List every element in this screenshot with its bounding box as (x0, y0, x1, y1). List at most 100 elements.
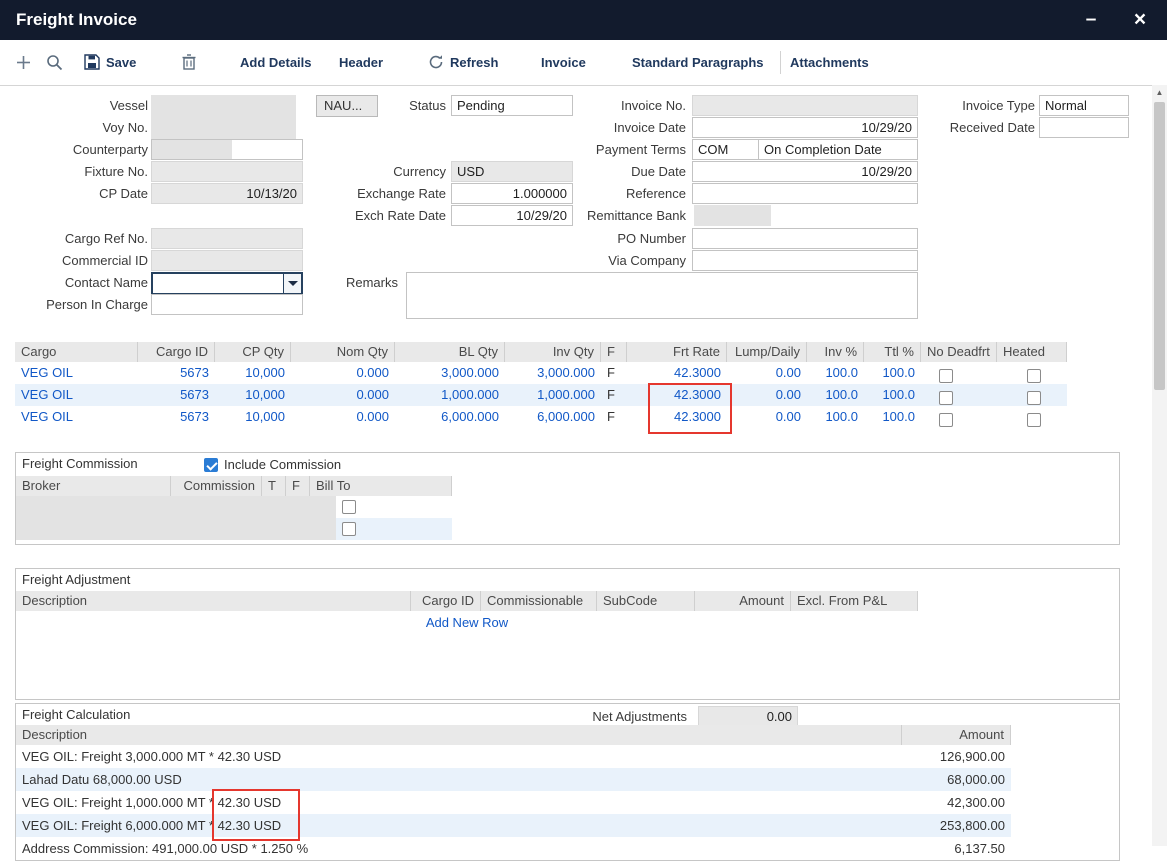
col-header-cargo-id[interactable]: Cargo ID (411, 591, 481, 611)
add-new-row-link[interactable]: Add New Row (16, 615, 918, 630)
due-date-field[interactable]: 10/29/20 (692, 161, 918, 182)
add-button[interactable] (16, 40, 31, 84)
col-header-amount[interactable]: Amount (902, 725, 1011, 745)
ttl-pct-cell[interactable]: 100.0 (864, 362, 921, 384)
col-header-inv-pct[interactable]: Inv % (807, 342, 864, 362)
amount-cell[interactable]: 6,137.50 (902, 837, 1011, 859)
scroll-up-icon[interactable]: ▲ (1152, 85, 1167, 101)
amount-cell[interactable]: 68,000.00 (902, 768, 1011, 790)
payment-terms-description-field[interactable]: On Completion Date (758, 139, 918, 160)
frt-rate-cell[interactable]: 42.3000 (627, 384, 727, 406)
table-row[interactable]: VEG OIL: Freight 3,000.000 MT * 42.30 US… (16, 745, 1011, 768)
col-header-f[interactable]: F (286, 476, 310, 496)
vessel-field[interactable] (151, 95, 296, 139)
counterparty-field[interactable] (151, 139, 303, 160)
po-number-field[interactable] (692, 228, 918, 249)
include-commission-checkbox[interactable] (204, 458, 218, 472)
description-cell[interactable]: Address Commission: 491,000.00 USD * 1.2… (16, 837, 902, 859)
nom-qty-cell[interactable]: 0.000 (291, 362, 395, 384)
minimize-button[interactable]: – (1070, 0, 1112, 40)
lump-daily-cell[interactable]: 0.00 (727, 406, 807, 428)
via-company-field[interactable] (692, 250, 918, 271)
col-header-commissionable[interactable]: Commissionable (481, 591, 597, 611)
add-details-button[interactable]: Add Details (240, 40, 312, 84)
table-row[interactable]: VEG OIL 5673 10,000 0.000 1,000.000 1,00… (15, 384, 1067, 406)
no-deadfrt-checkbox[interactable] (939, 391, 953, 405)
col-header-amount[interactable]: Amount (695, 591, 791, 611)
amount-cell[interactable]: 126,900.00 (902, 745, 1011, 767)
col-header-bl-qty[interactable]: BL Qty (395, 342, 505, 362)
heated-checkbox[interactable] (1027, 391, 1041, 405)
table-row[interactable]: VEG OIL 5673 10,000 0.000 3,000.000 3,00… (15, 362, 1067, 384)
ttl-pct-cell[interactable]: 100.0 (864, 384, 921, 406)
col-header-lump-daily[interactable]: Lump/Daily (727, 342, 807, 362)
bl-qty-cell[interactable]: 1,000.000 (395, 384, 505, 406)
heated-checkbox[interactable] (1027, 369, 1041, 383)
table-row[interactable] (16, 496, 452, 518)
cargo-cell[interactable]: VEG OIL (15, 406, 138, 428)
col-header-f[interactable]: F (601, 342, 627, 362)
close-button[interactable]: × (1119, 0, 1161, 40)
bill-to-checkbox[interactable] (342, 500, 356, 514)
col-header-ttl-pct[interactable]: Ttl % (864, 342, 921, 362)
scrollbar-thumb[interactable] (1154, 102, 1165, 390)
table-row[interactable]: VEG OIL: Freight 6,000.000 MT * 42.30 US… (16, 814, 1011, 837)
cargo-id-cell[interactable]: 5673 (138, 406, 215, 428)
col-header-cp-qty[interactable]: CP Qty (215, 342, 291, 362)
col-header-description[interactable]: Description (16, 725, 902, 745)
header-button[interactable]: Header (339, 40, 383, 84)
invoice-no-field[interactable] (692, 95, 918, 116)
col-header-frt-rate[interactable]: Frt Rate (627, 342, 727, 362)
cp-qty-cell[interactable]: 10,000 (215, 406, 291, 428)
col-header-broker[interactable]: Broker (16, 476, 171, 496)
description-cell[interactable]: VEG OIL: Freight 3,000.000 MT * 42.30 US… (16, 745, 902, 767)
table-row[interactable] (16, 518, 452, 540)
lump-daily-cell[interactable]: 0.00 (727, 362, 807, 384)
col-header-heated[interactable]: Heated (997, 342, 1067, 362)
bill-to-checkbox[interactable] (342, 522, 356, 536)
remarks-field[interactable] (406, 272, 918, 319)
table-row[interactable]: VEG OIL 5673 10,000 0.000 6,000.000 6,00… (15, 406, 1067, 428)
table-row[interactable]: Lahad Datu 68,000.00 USD 68,000.00 (16, 768, 1011, 791)
inv-pct-cell[interactable]: 100.0 (807, 406, 864, 428)
invoice-date-field[interactable]: 10/29/20 (692, 117, 918, 138)
frt-rate-cell[interactable]: 42.3000 (627, 406, 727, 428)
col-header-commission[interactable]: Commission (171, 476, 262, 496)
invoice-button[interactable]: Invoice (541, 40, 586, 84)
cargo-cell[interactable]: VEG OIL (15, 362, 138, 384)
no-deadfrt-checkbox[interactable] (939, 413, 953, 427)
standard-paragraphs-button[interactable]: Standard Paragraphs (632, 40, 764, 84)
delete-button[interactable] (182, 40, 196, 84)
inv-pct-cell[interactable]: 100.0 (807, 384, 864, 406)
heated-checkbox[interactable] (1027, 413, 1041, 427)
no-deadfrt-checkbox[interactable] (939, 369, 953, 383)
person-in-charge-field[interactable] (151, 294, 303, 315)
description-cell[interactable]: Lahad Datu 68,000.00 USD (16, 768, 902, 790)
remittance-bank-field[interactable] (694, 205, 771, 226)
cargo-ref-no-field[interactable] (151, 228, 303, 249)
cargo-id-cell[interactable]: 5673 (138, 362, 215, 384)
cargo-id-cell[interactable]: 5673 (138, 384, 215, 406)
amount-cell[interactable]: 253,800.00 (902, 814, 1011, 836)
amount-cell[interactable]: 42,300.00 (902, 791, 1011, 813)
col-header-bill-to[interactable]: Bill To (310, 476, 452, 496)
col-header-nom-qty[interactable]: Nom Qty (291, 342, 395, 362)
invoice-type-field[interactable]: Normal (1039, 95, 1129, 116)
bl-qty-cell[interactable]: 6,000.000 (395, 406, 505, 428)
table-row[interactable]: Address Commission: 491,000.00 USD * 1.2… (16, 837, 1011, 860)
cp-date-field[interactable]: 10/13/20 (151, 183, 303, 204)
cp-qty-cell[interactable]: 10,000 (215, 384, 291, 406)
col-header-excl-from-pl[interactable]: Excl. From P&L (791, 591, 918, 611)
save-button[interactable]: Save (84, 40, 136, 84)
nom-qty-cell[interactable]: 0.000 (291, 406, 395, 428)
attachments-button[interactable]: Attachments (790, 40, 869, 84)
inv-qty-cell[interactable]: 3,000.000 (505, 362, 601, 384)
cargo-cell[interactable]: VEG OIL (15, 384, 138, 406)
f-flag-cell[interactable]: F (601, 362, 627, 384)
col-header-description[interactable]: Description (16, 591, 411, 611)
col-header-no-deadfrt[interactable]: No Deadfrt (921, 342, 997, 362)
reference-field[interactable] (692, 183, 918, 204)
f-flag-cell[interactable]: F (601, 384, 627, 406)
inv-qty-cell[interactable]: 1,000.000 (505, 384, 601, 406)
col-header-cargo[interactable]: Cargo (15, 342, 138, 362)
